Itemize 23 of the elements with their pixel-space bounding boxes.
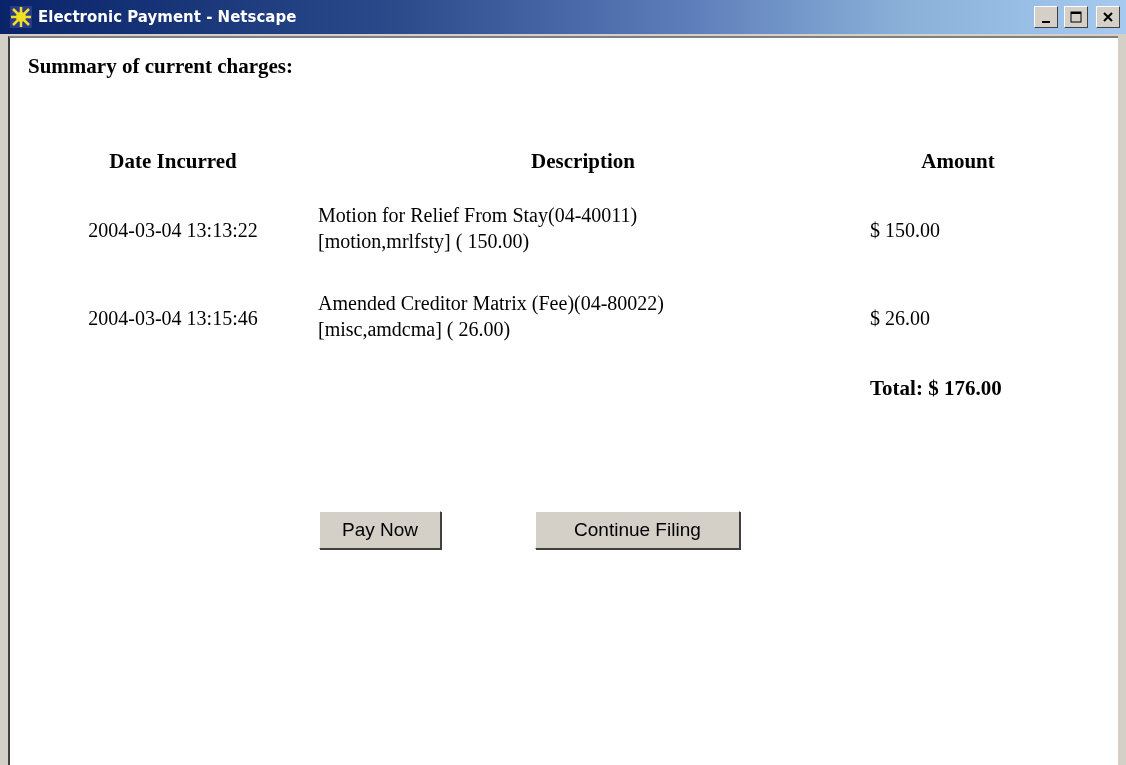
page-heading: Summary of current charges: xyxy=(28,54,294,79)
description-line: [misc,amdcma] ( 26.00) xyxy=(318,317,512,342)
amount-cell-text: $ 150.00 xyxy=(869,217,941,243)
total-amount: Total: $ 176.00 xyxy=(869,375,1003,401)
column-header: Date Incurred xyxy=(108,148,238,175)
maximize-button[interactable] xyxy=(1064,6,1088,28)
description-line: Motion for Relief From Stay(04-40011) xyxy=(318,203,639,228)
minimize-icon xyxy=(1042,21,1050,23)
date-cell-text: 2004-03-04 13:15:46 xyxy=(87,305,259,331)
description-line: [motion,mrlfsty] ( 150.00) xyxy=(318,229,531,254)
continue-button[interactable]: Continue Filing xyxy=(535,511,740,549)
amount-cell-text: $ 26.00 xyxy=(869,305,931,331)
close-button[interactable] xyxy=(1096,6,1120,28)
description-line: Amended Creditor Matrix (Fee)(04-80022) xyxy=(318,291,665,316)
minimize-button[interactable] xyxy=(1034,6,1058,28)
maximize-icon xyxy=(1070,11,1082,23)
column-header: Amount xyxy=(920,148,996,175)
close-icon xyxy=(1102,11,1114,23)
pay-button[interactable]: Pay Now xyxy=(319,511,442,549)
window-title: Electronic Payment - Netscape xyxy=(38,8,298,26)
app-icon xyxy=(10,6,32,28)
date-cell-text: 2004-03-04 13:13:22 xyxy=(87,217,259,243)
column-header: Description xyxy=(530,148,636,175)
